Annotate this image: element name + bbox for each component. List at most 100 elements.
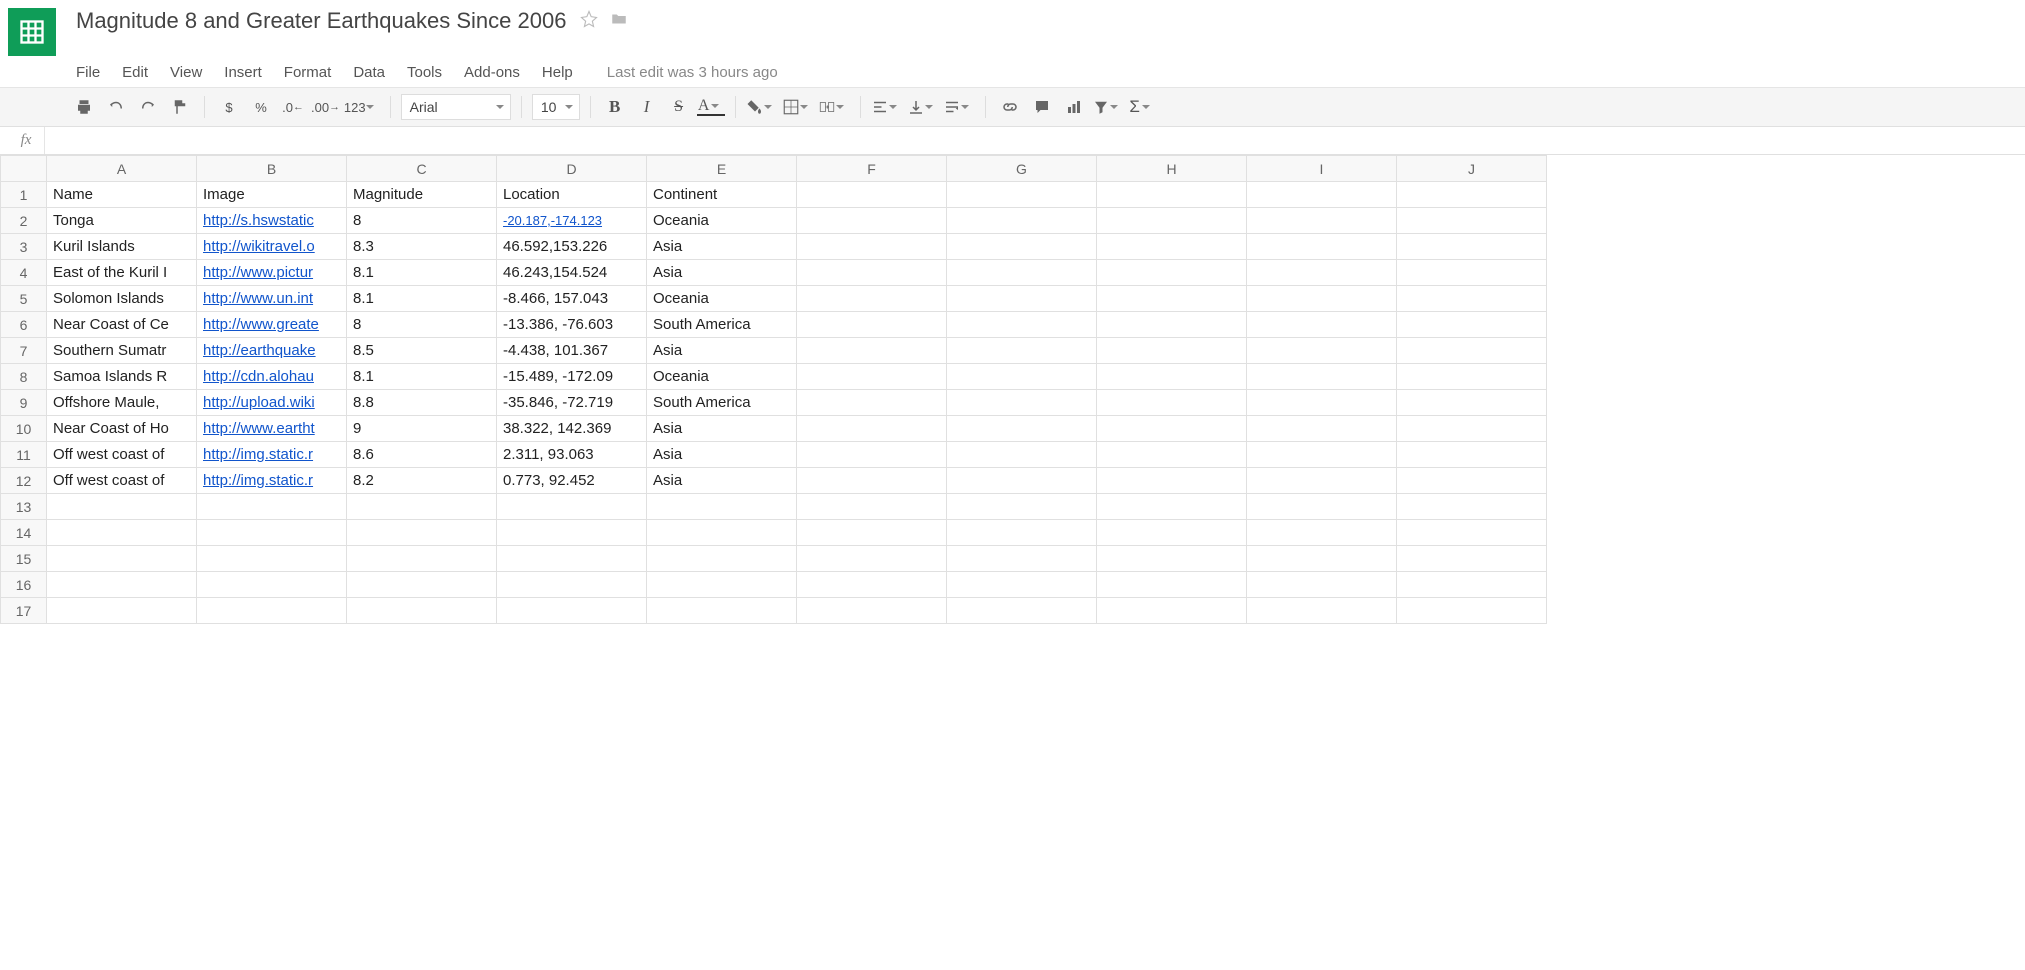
cell-G12[interactable] <box>947 468 1097 494</box>
insert-chart-button[interactable] <box>1060 93 1088 121</box>
cell-A13[interactable] <box>47 494 197 520</box>
cell-I6[interactable] <box>1247 312 1397 338</box>
cell-J17[interactable] <box>1397 598 1547 624</box>
cell-I1[interactable] <box>1247 182 1397 208</box>
cell-E1[interactable]: Continent <box>647 182 797 208</box>
row-header-8[interactable]: 8 <box>1 364 47 390</box>
cell-F9[interactable] <box>797 390 947 416</box>
decrease-decimal-button[interactable]: .0← <box>279 93 307 121</box>
cell-E9[interactable]: South America <box>647 390 797 416</box>
cell-D4[interactable]: 46.243,154.524 <box>497 260 647 286</box>
cell-G17[interactable] <box>947 598 1097 624</box>
cell-J4[interactable] <box>1397 260 1547 286</box>
filter-button[interactable] <box>1092 93 1124 121</box>
cell-F5[interactable] <box>797 286 947 312</box>
cell-D5[interactable]: -8.466, 157.043 <box>497 286 647 312</box>
cell-H7[interactable] <box>1097 338 1247 364</box>
row-header-5[interactable]: 5 <box>1 286 47 312</box>
cell-D10[interactable]: 38.322, 142.369 <box>497 416 647 442</box>
cell-H17[interactable] <box>1097 598 1247 624</box>
menu-tools[interactable]: Tools <box>407 64 442 81</box>
row-header-6[interactable]: 6 <box>1 312 47 338</box>
cell-E11[interactable]: Asia <box>647 442 797 468</box>
cell-I13[interactable] <box>1247 494 1397 520</box>
row-header-14[interactable]: 14 <box>1 520 47 546</box>
column-header-H[interactable]: H <box>1097 156 1247 182</box>
cell-I5[interactable] <box>1247 286 1397 312</box>
cell-I8[interactable] <box>1247 364 1397 390</box>
bold-button[interactable]: B <box>601 93 629 121</box>
cell-C9[interactable]: 8.8 <box>347 390 497 416</box>
cell-G16[interactable] <box>947 572 1097 598</box>
cell-B3[interactable]: http://wikitravel.o <box>197 234 347 260</box>
cell-I16[interactable] <box>1247 572 1397 598</box>
cell-A16[interactable] <box>47 572 197 598</box>
cell-B15[interactable] <box>197 546 347 572</box>
cell-A17[interactable] <box>47 598 197 624</box>
cell-C8[interactable]: 8.1 <box>347 364 497 390</box>
paint-format-button[interactable] <box>166 93 194 121</box>
cell-C15[interactable] <box>347 546 497 572</box>
cell-I12[interactable] <box>1247 468 1397 494</box>
image-link[interactable]: http://www.greate <box>203 316 319 333</box>
cell-G4[interactable] <box>947 260 1097 286</box>
cell-A6[interactable]: Near Coast of Ce <box>47 312 197 338</box>
insert-comment-button[interactable] <box>1028 93 1056 121</box>
cell-J2[interactable] <box>1397 208 1547 234</box>
cell-D6[interactable]: -13.386, -76.603 <box>497 312 647 338</box>
cell-E14[interactable] <box>647 520 797 546</box>
menu-file[interactable]: File <box>76 64 100 81</box>
cell-F11[interactable] <box>797 442 947 468</box>
image-link[interactable]: http://upload.wiki <box>203 394 315 411</box>
spreadsheet-grid[interactable]: ABCDEFGHIJ1NameImageMagnitudeLocationCon… <box>0 155 2025 624</box>
cell-E3[interactable]: Asia <box>647 234 797 260</box>
cell-I7[interactable] <box>1247 338 1397 364</box>
cell-E12[interactable]: Asia <box>647 468 797 494</box>
cell-B7[interactable]: http://earthquake <box>197 338 347 364</box>
cell-C5[interactable]: 8.1 <box>347 286 497 312</box>
borders-button[interactable] <box>782 93 814 121</box>
column-header-C[interactable]: C <box>347 156 497 182</box>
row-header-13[interactable]: 13 <box>1 494 47 520</box>
cell-C3[interactable]: 8.3 <box>347 234 497 260</box>
cell-H6[interactable] <box>1097 312 1247 338</box>
image-link[interactable]: http://img.static.r <box>203 446 313 463</box>
row-header-17[interactable]: 17 <box>1 598 47 624</box>
redo-button[interactable] <box>134 93 162 121</box>
cell-E5[interactable]: Oceania <box>647 286 797 312</box>
column-header-D[interactable]: D <box>497 156 647 182</box>
undo-button[interactable] <box>102 93 130 121</box>
cell-J9[interactable] <box>1397 390 1547 416</box>
cell-D11[interactable]: 2.311, 93.063 <box>497 442 647 468</box>
cell-F7[interactable] <box>797 338 947 364</box>
row-header-3[interactable]: 3 <box>1 234 47 260</box>
image-link[interactable]: http://cdn.alohau <box>203 368 314 385</box>
font-size-select[interactable]: 10 <box>532 94 580 120</box>
cell-H16[interactable] <box>1097 572 1247 598</box>
functions-button[interactable]: Σ <box>1128 93 1156 121</box>
cell-J16[interactable] <box>1397 572 1547 598</box>
cell-J10[interactable] <box>1397 416 1547 442</box>
cell-B11[interactable]: http://img.static.r <box>197 442 347 468</box>
cell-G11[interactable] <box>947 442 1097 468</box>
cell-G15[interactable] <box>947 546 1097 572</box>
text-color-button[interactable]: A <box>697 98 725 116</box>
cell-F2[interactable] <box>797 208 947 234</box>
cell-E7[interactable]: Asia <box>647 338 797 364</box>
location-link[interactable]: -20.187,-174.123 <box>503 213 602 228</box>
cell-D12[interactable]: 0.773, 92.452 <box>497 468 647 494</box>
formula-input[interactable] <box>44 127 2017 154</box>
cell-B5[interactable]: http://www.un.int <box>197 286 347 312</box>
menu-insert[interactable]: Insert <box>224 64 262 81</box>
cell-B2[interactable]: http://s.hswstatic <box>197 208 347 234</box>
row-header-2[interactable]: 2 <box>1 208 47 234</box>
cell-H12[interactable] <box>1097 468 1247 494</box>
document-title[interactable]: Magnitude 8 and Greater Earthquakes Sinc… <box>76 8 566 34</box>
cell-H3[interactable] <box>1097 234 1247 260</box>
column-header-J[interactable]: J <box>1397 156 1547 182</box>
cell-G6[interactable] <box>947 312 1097 338</box>
row-header-10[interactable]: 10 <box>1 416 47 442</box>
cell-A5[interactable]: Solomon Islands <box>47 286 197 312</box>
cell-J13[interactable] <box>1397 494 1547 520</box>
vertical-align-button[interactable] <box>907 93 939 121</box>
